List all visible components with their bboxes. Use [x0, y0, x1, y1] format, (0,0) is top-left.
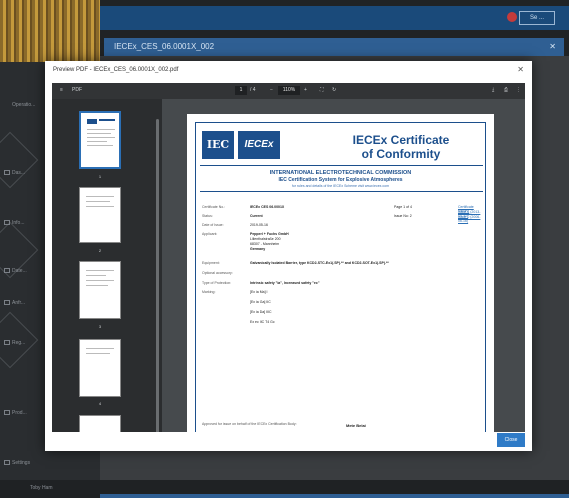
field-label: Type of Protection: [202, 281, 232, 285]
sidebar-item[interactable]: Anfr... [12, 300, 25, 306]
region-icon [4, 340, 10, 345]
page-total: / 4 [250, 87, 256, 93]
thumbnail-number: 3 [98, 324, 102, 329]
sidebar-item[interactable]: Das... [12, 170, 25, 176]
applicant-city: 68307 - Mannheim [250, 242, 280, 246]
field-label: Applicant: [202, 232, 218, 236]
sidebar-toggle-icon[interactable]: ≡ [60, 87, 63, 93]
field-label: Certificate No.: [202, 205, 226, 209]
marking-value: [Ex ia Da] IIIC [250, 310, 272, 314]
pdf-viewer: ≡ PDF 1 / 4 − 110% + ⛶ ↻ ⤓ ⎙ ⋮ 1 2 3 4 I… [52, 83, 525, 432]
fit-page-icon[interactable]: ⛶ [320, 87, 324, 93]
marking-value: Ex ec IIC T4 Gc [250, 320, 275, 324]
iec-logo: IEC [202, 131, 234, 159]
thumbnail-number: 1 [98, 174, 102, 179]
sidebar-item[interactable]: Date... [12, 268, 27, 274]
pdf-page-area: IEC IECEx IECEx Certificate of Conformit… [162, 99, 525, 432]
sidebar-item-settings[interactable]: Settings [12, 460, 30, 466]
rotate-icon[interactable]: ↻ [332, 87, 336, 93]
document-tab-title: IECEx_CES_06.0001X_002 [114, 42, 215, 51]
toolbar-label: PDF [72, 87, 82, 93]
signatory-name: Mete Belai [346, 423, 366, 428]
list-icon [4, 300, 10, 305]
certificate-number: IECEx CES 06.0001X [250, 205, 285, 209]
pdf-preview-dialog: Preview PDF - IECEx_CES_06.0001X_002.pdf… [45, 61, 532, 451]
field-label: Marking: [202, 290, 216, 294]
field-label: Optional accessory: [202, 271, 233, 275]
divider [200, 191, 483, 192]
screen: Operatio... Das... Info... Date... Anfr.… [0, 0, 569, 498]
certificate-title-line1: IECEx Certificate [352, 133, 450, 147]
close-icon[interactable]: ✕ [517, 65, 524, 74]
page-label: Page 1 of 4 [394, 205, 412, 209]
thumbnail-number: 2 [98, 248, 102, 253]
page-number-input[interactable]: 1 [235, 86, 247, 95]
protection-type: Intrinsic safety "ia", Increased safety … [250, 281, 320, 285]
certificate-frame: IEC IECEx IECEx Certificate of Conformit… [195, 122, 486, 432]
product-icon [4, 410, 10, 415]
certificate-title: IECEx Certificate of Conformity [321, 133, 481, 161]
document-tab[interactable]: IECEx_CES_06.0001X_002 ✕ [104, 38, 564, 56]
applicant-name: Pepperl + Fuchs GmbH [250, 232, 289, 236]
thumbnail-page-1[interactable] [79, 111, 121, 169]
iecex-logo: IECEx [238, 131, 280, 159]
status-value: Current [250, 214, 263, 218]
info-icon [4, 220, 10, 225]
thumbnail-scrollbar[interactable] [156, 119, 159, 432]
download-icon[interactable]: ⤓ [492, 87, 494, 93]
pdf-toolbar: ≡ PDF 1 / 4 − 110% + ⛶ ↻ ⤓ ⎙ ⋮ [52, 83, 525, 99]
applicant-street: Lilienthalstraße 200 [250, 237, 281, 241]
divider [200, 165, 483, 166]
zoom-level[interactable]: 110% [278, 86, 300, 95]
thumbnail-page-3[interactable] [79, 261, 121, 319]
field-label: Status: [202, 214, 213, 218]
sidebar-item[interactable]: Prod... [12, 410, 27, 416]
dashboard-icon [4, 170, 10, 175]
issue-label: Issue No: 2 [394, 214, 412, 218]
close-icon[interactable]: ✕ [549, 38, 556, 56]
sidebar-item[interactable]: Reg... [12, 340, 25, 346]
scheme-name: IEC Certification System for Explosive A… [278, 177, 403, 183]
equipment-value: Galvanically Isolated Barrier, type KCD2… [250, 261, 389, 265]
applicant-country: Germany [250, 247, 266, 251]
dialog-title: Preview PDF - IECEx_CES_06.0001X_002.pdf [53, 67, 179, 73]
certificate-title-line2: of Conformity [361, 147, 441, 161]
approved-by-label: Approved for issue on behalf of the IECE… [202, 422, 297, 426]
header-photo [0, 0, 100, 62]
thumbnail-number: 4 [98, 401, 102, 406]
thumbnail-page-5[interactable] [79, 415, 121, 432]
marking-value: [Ex ia Ma] I [250, 290, 268, 294]
zoom-out-button[interactable]: − [270, 87, 273, 93]
document-icon [4, 268, 10, 273]
field-label: Date of Issue: [202, 223, 224, 227]
thumbnail-panel: 1 2 3 4 [52, 99, 162, 432]
settings-icon [4, 460, 10, 465]
close-button[interactable]: Close [497, 433, 525, 447]
field-label: Equipment: [202, 261, 220, 265]
more-icon[interactable]: ⋮ [516, 87, 521, 93]
sidebar-item-operations[interactable]: Operatio... [12, 102, 35, 108]
marking-value: [Ex ia Ga] IIC [250, 300, 271, 304]
thumbnail-page-2[interactable] [79, 187, 121, 243]
footer-user[interactable]: Toby Ham [30, 485, 53, 491]
user-button[interactable]: Se ... [519, 11, 555, 25]
zoom-in-button[interactable]: + [304, 87, 307, 93]
app-topbar: Se ... [100, 6, 569, 30]
sidebar-item[interactable]: Info... [12, 220, 25, 226]
footer-accent [100, 494, 569, 498]
rules-note: for rules and details of the IECEx Schem… [291, 184, 390, 188]
commission-name: INTERNATIONAL ELECTROTECHNICAL COMMISSIO… [269, 170, 412, 176]
print-icon[interactable]: ⎙ [504, 87, 508, 93]
pdf-page: IEC IECEx IECEx Certificate of Conformit… [187, 114, 494, 432]
notification-icon[interactable] [507, 12, 517, 22]
issue-date: 2019-05-16 [250, 223, 268, 227]
thumbnail-page-4[interactable] [79, 339, 121, 397]
history-issue-link[interactable]: Issue 0 (2006-06-16) [458, 215, 485, 223]
